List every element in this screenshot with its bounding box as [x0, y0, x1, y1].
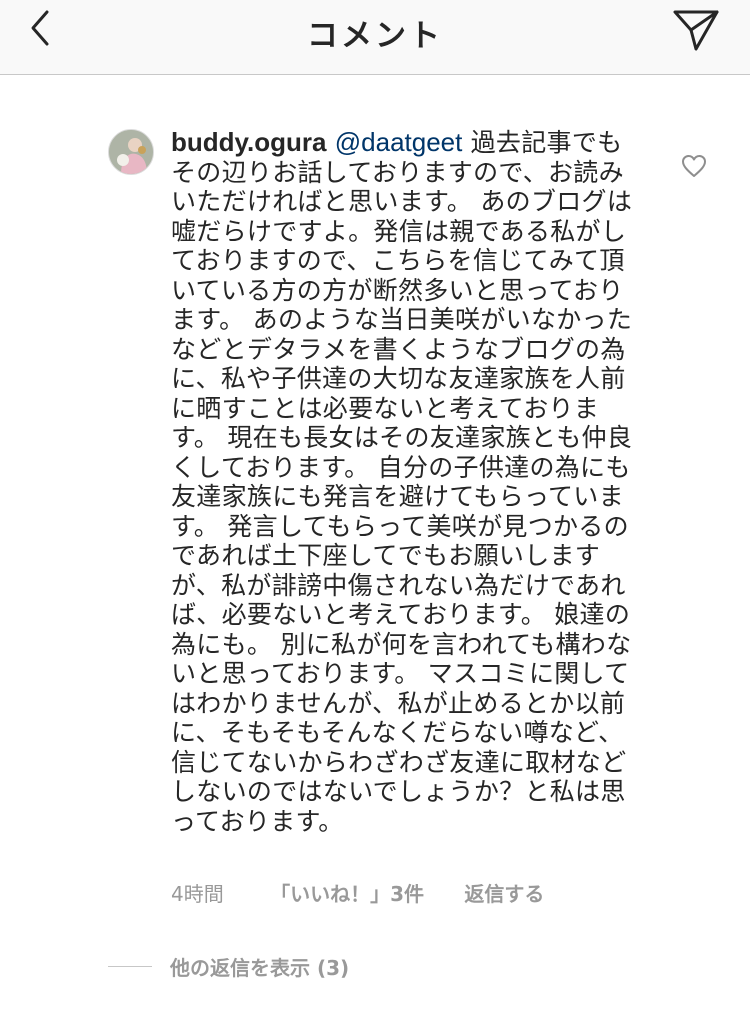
- header-bar: コメント: [0, 0, 750, 75]
- comment-text: 過去記事でもその辺りお話しておりますので、お読みいただければと思います。 あのブ…: [171, 128, 633, 836]
- like-button[interactable]: [680, 152, 708, 180]
- avatar[interactable]: [108, 129, 154, 175]
- comment-username[interactable]: buddy.ogura: [171, 127, 327, 157]
- comment-like-count[interactable]: 「いいね！」3件: [270, 878, 424, 907]
- comment-text-block: buddy.ogura @daatgeet 過去記事でもその辺りお話しております…: [171, 127, 636, 836]
- share-button[interactable]: [670, 4, 722, 56]
- comment-meta: 4時間 「いいね！」3件 返信する: [171, 878, 544, 907]
- view-replies-label: 他の返信を表示 (3): [170, 956, 350, 980]
- comment-timestamp: 4時間: [171, 882, 224, 906]
- page-title: コメント: [307, 18, 443, 54]
- divider-line: [108, 966, 152, 967]
- comment-mention[interactable]: @daatgeet: [335, 127, 463, 157]
- paper-plane-icon: [673, 10, 719, 51]
- view-replies-button[interactable]: 他の返信を表示 (3): [108, 952, 349, 981]
- reply-button[interactable]: 返信する: [464, 878, 544, 907]
- heart-outline-icon: [682, 155, 706, 177]
